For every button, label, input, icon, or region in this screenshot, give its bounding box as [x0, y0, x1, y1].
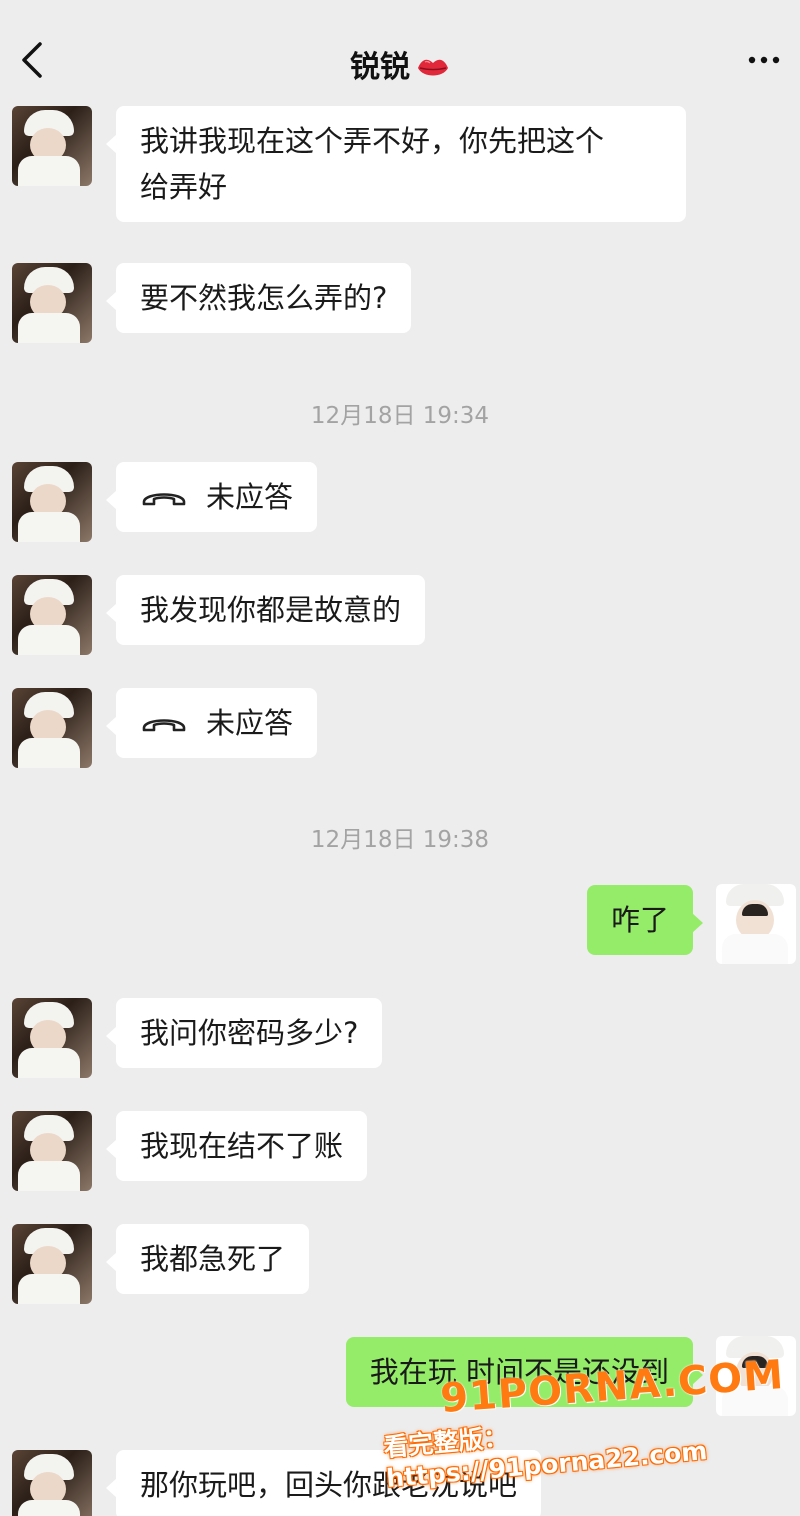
contact-avatar[interactable]	[12, 575, 92, 655]
message-text: 要不然我怎么弄的?	[140, 281, 388, 315]
missed-call-bubble[interactable]: 未应答	[105, 462, 318, 532]
message-text: 我现在结不了账	[140, 1129, 344, 1163]
timestamp: 12月18日 19:34	[310, 403, 490, 429]
contact-avatar[interactable]	[12, 1224, 92, 1304]
message-bubble-incoming[interactable]: 我现在结不了账	[105, 1111, 368, 1181]
message-line: 给弄好	[140, 170, 228, 204]
missed-call-bubble[interactable]: 未应答	[105, 688, 318, 758]
message-text: 我都急死了	[140, 1242, 286, 1276]
contact-avatar[interactable]	[12, 1111, 92, 1191]
message-line: 我讲我现在这个弄不好，你先把这个	[140, 124, 605, 158]
contact-avatar[interactable]	[12, 998, 92, 1078]
message-bubble-incoming[interactable]: 要不然我怎么弄的?	[105, 263, 412, 333]
message-text: 未应答	[206, 706, 294, 740]
message-bubble-incoming[interactable]: 我都急死了	[105, 1224, 310, 1294]
timestamp: 12月18日 19:38	[310, 827, 490, 853]
contact-avatar[interactable]	[12, 462, 92, 542]
chat-title: 锐锐	[0, 42, 800, 86]
message-text: 咋了	[610, 903, 669, 937]
phone-hangup-icon	[142, 493, 186, 506]
my-avatar[interactable]	[716, 884, 796, 964]
contact-avatar[interactable]	[12, 263, 92, 343]
contact-avatar[interactable]	[12, 688, 92, 768]
message-text: 未应答	[206, 480, 294, 514]
phone-hangup-icon	[142, 719, 186, 732]
message-bubble-outgoing[interactable]: 咋了	[586, 885, 704, 955]
lips-icon	[418, 59, 448, 76]
more-icon[interactable]	[744, 48, 784, 72]
top-bar: 锐锐	[0, 0, 800, 105]
message-text: 我发现你都是故意的	[140, 593, 402, 627]
message-bubble-incoming[interactable]: 我讲我现在这个弄不好，你先把这个 给弄好	[106, 106, 686, 222]
contact-name: 锐锐	[350, 50, 410, 85]
message-bubble-incoming[interactable]: 我问你密码多少?	[105, 998, 383, 1068]
contact-avatar[interactable]	[12, 106, 92, 186]
message-bubble-incoming[interactable]: 我发现你都是故意的	[105, 575, 426, 645]
message-text: 我问你密码多少?	[140, 1016, 359, 1050]
contact-avatar[interactable]	[12, 1450, 92, 1516]
